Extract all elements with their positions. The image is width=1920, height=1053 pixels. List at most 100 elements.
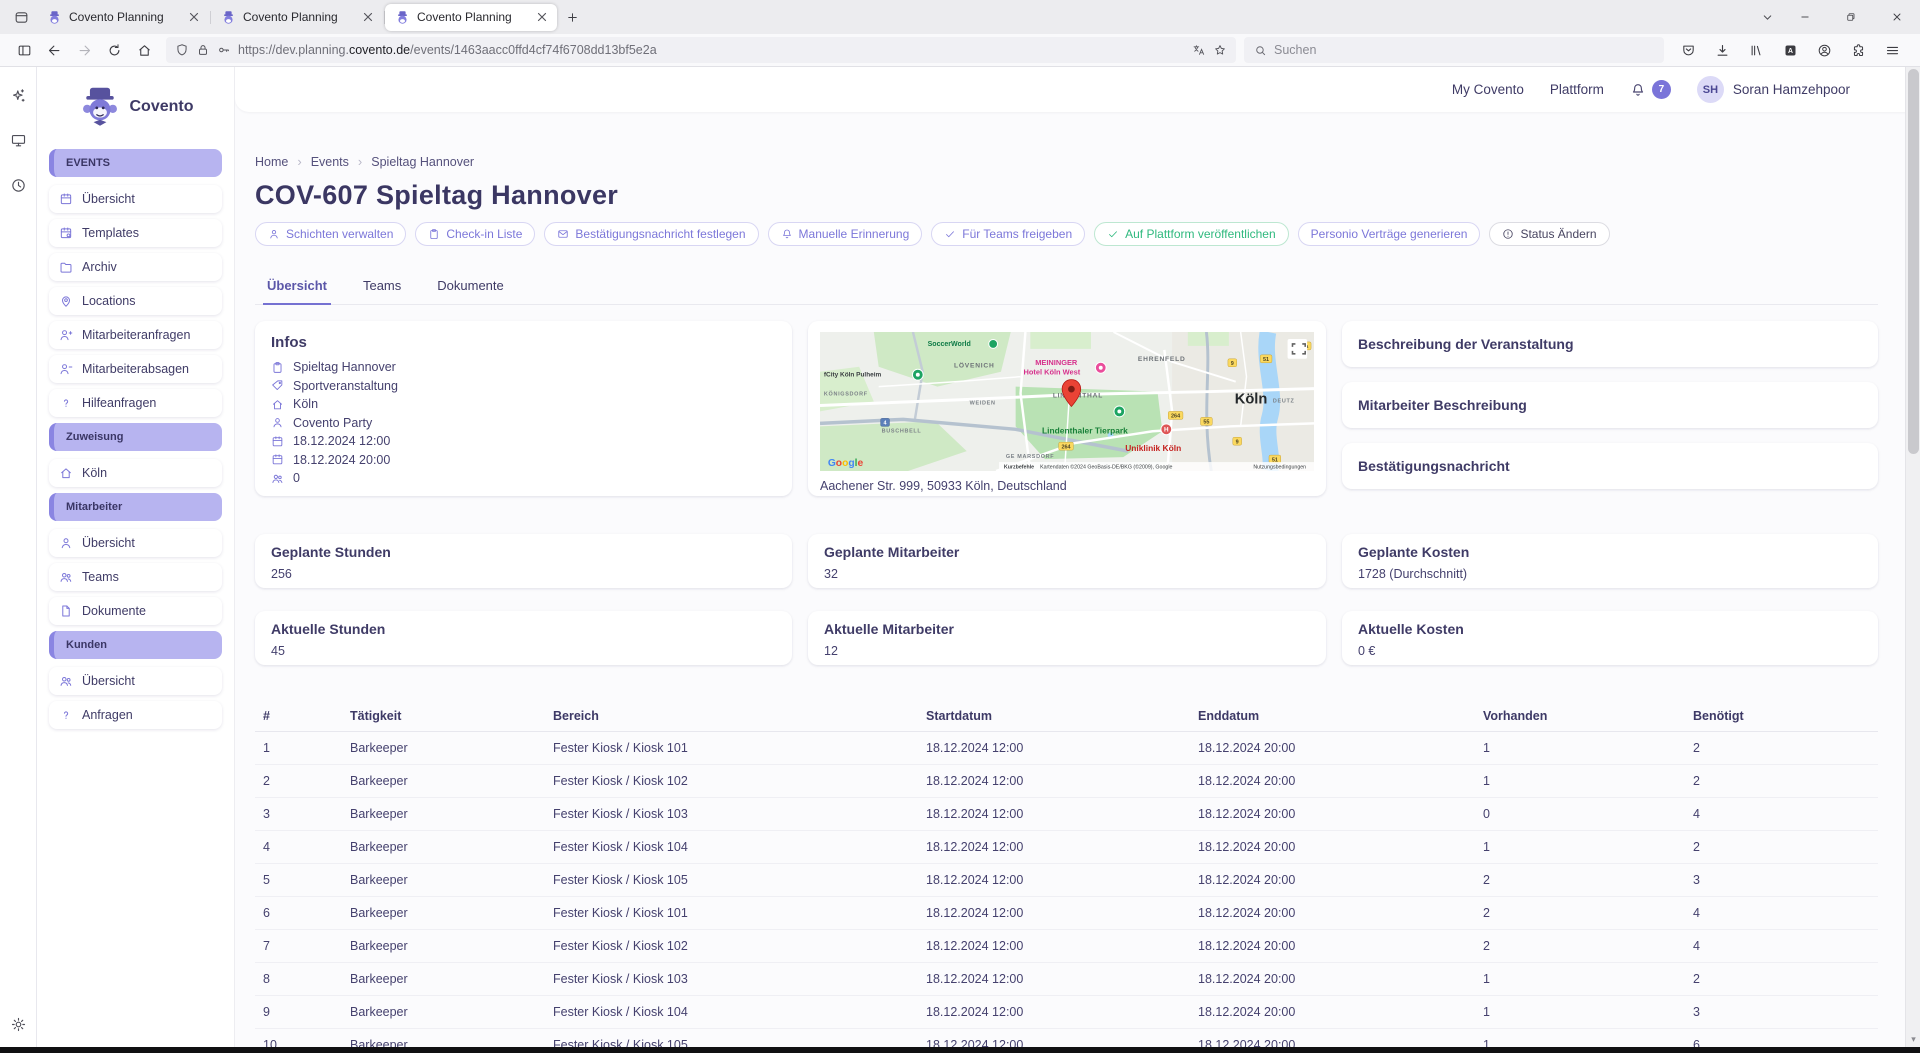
window-close-button[interactable] — [1874, 0, 1920, 34]
new-tab-button[interactable] — [558, 4, 586, 30]
table-row[interactable]: 1BarkeeperFester Kiosk / Kiosk 10118.12.… — [255, 732, 1878, 765]
tab-close-icon[interactable] — [361, 10, 375, 24]
home-button[interactable] — [130, 37, 158, 63]
pin-icon — [59, 294, 73, 308]
sidebar-item-locations[interactable]: Locations — [49, 287, 222, 315]
action-button-bestätigungsnachricht-festlegen[interactable]: Bestätigungsnachricht festlegen — [544, 222, 758, 246]
forward-button[interactable] — [70, 37, 98, 63]
library-icon[interactable] — [1742, 37, 1770, 63]
table-row[interactable]: 6BarkeeperFester Kiosk / Kiosk 10118.12.… — [255, 897, 1878, 930]
history-clock-icon[interactable] — [10, 177, 27, 194]
clipboard-icon — [271, 361, 284, 374]
sidebar-item-teams[interactable]: Teams — [49, 563, 222, 591]
browser-tab[interactable]: Covento Planning — [385, 4, 557, 31]
table-cell: 1 — [255, 732, 342, 765]
page-scrollbar[interactable]: ▾ — [1905, 67, 1920, 1047]
notification-badge[interactable]: 7 — [1652, 80, 1671, 99]
table-cell: Barkeeper — [342, 864, 545, 897]
table-row[interactable]: 8BarkeeperFester Kiosk / Kiosk 10318.12.… — [255, 963, 1878, 996]
card-bestätigungsnachricht[interactable]: Bestätigungsnachricht — [1342, 443, 1878, 489]
permissions-key-icon[interactable] — [217, 43, 231, 57]
action-button-auf-plattform-veröffentlichen[interactable]: Auf Plattform veröffentlichen — [1094, 222, 1289, 246]
reload-button[interactable] — [100, 37, 128, 63]
google-map[interactable]: H 55a519264554264951 SoccerWorldLÖVENICH… — [820, 332, 1314, 471]
sidebar-item-übersicht[interactable]: Übersicht — [49, 529, 222, 557]
action-button-schichten-verwalten[interactable]: Schichten verwalten — [255, 222, 406, 246]
tab-dokumente[interactable]: Dokumente — [433, 270, 507, 305]
action-button-manuelle-erinnerung[interactable]: Manuelle Erinnerung — [768, 222, 923, 246]
table-cell: 9 — [255, 996, 342, 1029]
tab-close-icon[interactable] — [535, 10, 549, 24]
map-poi-icon[interactable] — [989, 339, 998, 348]
tab-übersicht[interactable]: Übersicht — [263, 270, 331, 305]
sidebar-item-archiv[interactable]: Archiv — [49, 253, 222, 281]
extension-a-icon[interactable]: A — [1776, 37, 1804, 63]
tab-close-icon[interactable] — [187, 10, 201, 24]
bookmark-star-icon[interactable] — [1213, 43, 1227, 57]
downloads-icon[interactable] — [1708, 37, 1736, 63]
table-row[interactable]: 2BarkeeperFester Kiosk / Kiosk 10218.12.… — [255, 765, 1878, 798]
column-header: Tätigkeit — [342, 701, 545, 732]
scrollbar-thumb[interactable] — [1908, 69, 1919, 454]
table-row[interactable]: 9BarkeeperFester Kiosk / Kiosk 10418.12.… — [255, 996, 1878, 1029]
list-all-tabs-button[interactable] — [1752, 11, 1782, 24]
translate-icon[interactable] — [1192, 43, 1206, 57]
lock-icon[interactable] — [196, 43, 210, 57]
url-bar[interactable]: https://dev.planning.covento.de/events/1… — [166, 37, 1236, 63]
map-terms-link[interactable]: Nutzungsbedingungen — [1253, 464, 1306, 470]
window-minimize-button[interactable] — [1782, 0, 1828, 34]
action-button-check-in-liste[interactable]: Check-in Liste — [415, 222, 535, 246]
sidebar-item-köln[interactable]: Köln — [49, 459, 222, 487]
sidebar-item-mitarbeiterabsagen[interactable]: Mitarbeiterabsagen — [49, 355, 222, 383]
firefox-view-button[interactable] — [6, 4, 36, 30]
account-icon[interactable] — [1810, 37, 1838, 63]
tab-title: Covento Planning — [417, 10, 528, 24]
action-button-für-teams-freigeben[interactable]: Für Teams freigeben — [931, 222, 1085, 246]
menu-icon[interactable] — [1878, 37, 1906, 63]
card-beschreibung-der-veranstaltung[interactable]: Beschreibung der Veranstaltung — [1342, 321, 1878, 367]
calendar-icon — [271, 435, 284, 448]
sidebar-item-anfragen[interactable]: Anfragen — [49, 701, 222, 729]
search-input[interactable]: Suchen — [1244, 37, 1664, 63]
sidebar-item-hilfeanfragen[interactable]: Hilfeanfragen — [49, 389, 222, 417]
sidebar-item-übersicht[interactable]: Übersicht — [49, 667, 222, 695]
tab-teams[interactable]: Teams — [359, 270, 405, 305]
brand[interactable]: Covento — [49, 85, 222, 129]
map-shortcuts-link[interactable]: Kurzbefehle — [1004, 464, 1034, 470]
extensions-puzzle-icon[interactable] — [1844, 37, 1872, 63]
table-cell: 18.12.2024 20:00 — [1190, 798, 1475, 831]
sidebar-item-dokumente[interactable]: Dokumente — [49, 597, 222, 625]
back-button[interactable] — [40, 37, 68, 63]
sidebar-item-label: Archiv — [82, 260, 117, 274]
scrollbar-down-arrow[interactable]: ▾ — [1906, 1034, 1920, 1045]
table-row[interactable]: 3BarkeeperFester Kiosk / Kiosk 10318.12.… — [255, 798, 1878, 831]
nav-my-covento[interactable]: My Covento — [1452, 82, 1524, 97]
sidebar-item-mitarbeiteranfragen[interactable]: Mitarbeiteranfragen — [49, 321, 222, 349]
breadcrumb-link[interactable]: Home — [255, 155, 288, 169]
card-mitarbeiter-beschreibung[interactable]: Mitarbeiter Beschreibung — [1342, 382, 1878, 428]
action-button-status-ändern[interactable]: Status Ändern — [1489, 222, 1609, 246]
table-row[interactable]: 4BarkeeperFester Kiosk / Kiosk 10418.12.… — [255, 831, 1878, 864]
browser-tab[interactable]: Covento Planning — [211, 4, 383, 31]
pocket-icon[interactable] — [1674, 37, 1702, 63]
table-cell: 18.12.2024 20:00 — [1190, 732, 1475, 765]
window-restore-button[interactable] — [1828, 0, 1874, 34]
sidebar-toggle-icon[interactable] — [10, 37, 38, 63]
breadcrumb-link[interactable]: Events — [311, 155, 349, 169]
devices-icon[interactable] — [10, 132, 27, 149]
table-row[interactable]: 5BarkeeperFester Kiosk / Kiosk 10518.12.… — [255, 864, 1878, 897]
table-row[interactable]: 7BarkeeperFester Kiosk / Kiosk 10218.12.… — [255, 930, 1878, 963]
sidebar-item-templates[interactable]: Templates — [49, 219, 222, 247]
sparkle-icon[interactable] — [10, 87, 27, 104]
tracking-shield-icon[interactable] — [175, 43, 189, 57]
browser-tab[interactable]: Covento Planning — [37, 4, 209, 31]
action-button-personio-verträge-generieren[interactable]: Personio Verträge generieren — [1298, 222, 1481, 246]
settings-gear-icon[interactable] — [10, 1016, 27, 1033]
sidebar-item-übersicht[interactable]: Übersicht — [49, 185, 222, 213]
notification-bell-icon[interactable] — [1630, 82, 1646, 98]
info-value: Sportveranstaltung — [293, 379, 398, 393]
user-menu[interactable]: SH Soran Hamzehpoor — [1697, 76, 1850, 103]
table-row[interactable]: 10BarkeeperFester Kiosk / Kiosk 10518.12… — [255, 1029, 1878, 1048]
avatar[interactable]: SH — [1697, 76, 1724, 103]
nav-plattform[interactable]: Plattform — [1550, 82, 1604, 97]
